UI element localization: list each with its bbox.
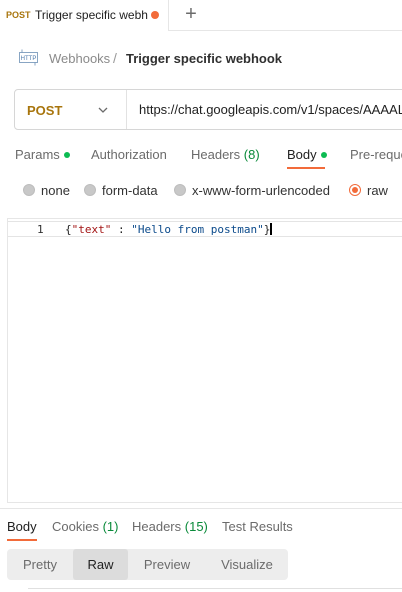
response-tab-headers-label: Headers [132,519,182,534]
view-mode-pretty[interactable]: Pretty [7,549,73,580]
tab-title: Trigger specific webh [35,8,148,22]
code-value: "Hello from postman" [131,223,264,236]
status-dot-icon [63,151,70,158]
radio-label: x-www-form-urlencoded [192,183,330,198]
tab-params[interactable]: Params [15,147,70,162]
tab-headers[interactable]: Headers (8) [191,147,260,162]
radio-label: form-data [102,183,158,198]
new-tab-button[interactable]: + [182,4,200,24]
request-tab[interactable]: POST Trigger specific webh [0,0,169,31]
tab-headers-count: (8) [243,147,260,162]
breadcrumb-parent-link[interactable]: Webhooks [49,51,110,66]
radio-label: none [41,183,70,198]
status-dot-icon [320,151,327,158]
response-tab-body[interactable]: Body [7,519,37,534]
tab-method-label: POST [6,10,31,20]
breadcrumb-separator: / [113,50,117,66]
tab-pre-request[interactable]: Pre-reque [350,147,402,162]
http-icon-text: HTTP [21,56,37,62]
response-tab-cookies[interactable]: Cookies (1) [52,519,118,534]
response-divider[interactable] [0,508,402,509]
chevron-down-icon [98,107,108,113]
tab-body[interactable]: Body [287,147,327,162]
radio-circle-selected [349,184,361,196]
code-line: {"text" : "Hello from postman"} [65,223,273,236]
view-mode-visualize[interactable]: Visualize [206,549,288,580]
url-input[interactable]: https://chat.googleapis.com/v1/spaces/AA… [139,102,402,117]
method-label: POST [27,103,63,118]
text-caret [270,223,273,235]
request-url-bar: POST https://chat.googleapis.com/v1/spac… [14,89,402,130]
unsaved-dot-icon [151,11,159,19]
response-tab-cookies-label: Cookies [52,519,99,534]
view-mode-raw[interactable]: Raw [73,549,128,580]
response-tab-cookies-count: (1) [102,519,119,534]
active-tab-indicator [287,167,325,169]
code-brace: { [65,223,72,236]
view-mode-preview[interactable]: Preview [128,549,206,580]
code-key: "text" [71,223,112,236]
response-tab-headers[interactable]: Headers (15) [132,519,208,534]
tab-headers-label: Headers [191,147,241,162]
view-mode-selector: Pretty Raw Preview Visualize [7,549,288,580]
http-icon: HTTP [19,49,38,66]
radio-label: raw [367,183,388,198]
radio-circle [174,184,186,196]
radio-circle [84,184,96,196]
response-tab-test-results[interactable]: Test Results [222,519,293,534]
body-code-editor[interactable]: 1 {"text" : "Hello from postman"} [7,218,402,503]
line-number: 1 [37,223,44,236]
tab-authorization[interactable]: Authorization [91,147,167,162]
method-select[interactable]: POST [15,90,127,129]
page-title[interactable]: Trigger specific webhook [126,51,282,66]
code-colon: : [111,223,132,236]
active-response-tab-indicator [7,539,37,541]
tab-params-label: Params [15,147,60,162]
code-brace: } [263,223,271,236]
response-tab-headers-count: (15) [184,519,208,534]
tab-body-label: Body [287,147,317,162]
tab-strip: POST Trigger specific webh + [0,0,402,31]
response-body-edge [28,588,402,589]
radio-circle [23,184,35,196]
